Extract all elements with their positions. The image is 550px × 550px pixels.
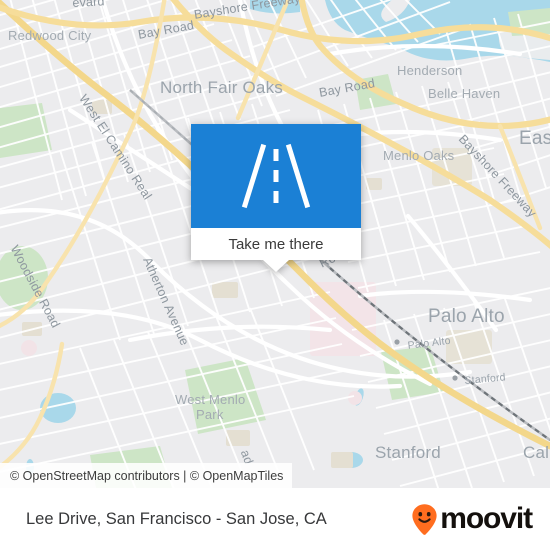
moovit-smiley-pin-icon [412,503,437,535]
road-icon [241,143,311,209]
moovit-wordmark: moovit [440,502,533,535]
popup-action-bar[interactable]: Take me there [191,228,361,260]
popup-label: Take me there [228,235,324,253]
location-title: Lee Drive, San Francisco - San Jose, CA [26,509,327,528]
moovit-logo[interactable]: moovit [411,502,533,536]
map-screenshot: evard Bayshore Freeway Redwood City Bay Roa… [0,0,550,550]
take-me-there-popup[interactable]: Take me there [191,124,361,272]
attribution-text: © OpenStreetMap contributors | © OpenMap… [10,468,284,483]
popup-header [191,124,361,228]
map-attribution[interactable]: © OpenStreetMap contributors | © OpenMap… [0,463,293,488]
popup-pointer [263,260,289,272]
footer-bar: Lee Drive, San Francisco - San Jose, CA … [0,488,550,550]
